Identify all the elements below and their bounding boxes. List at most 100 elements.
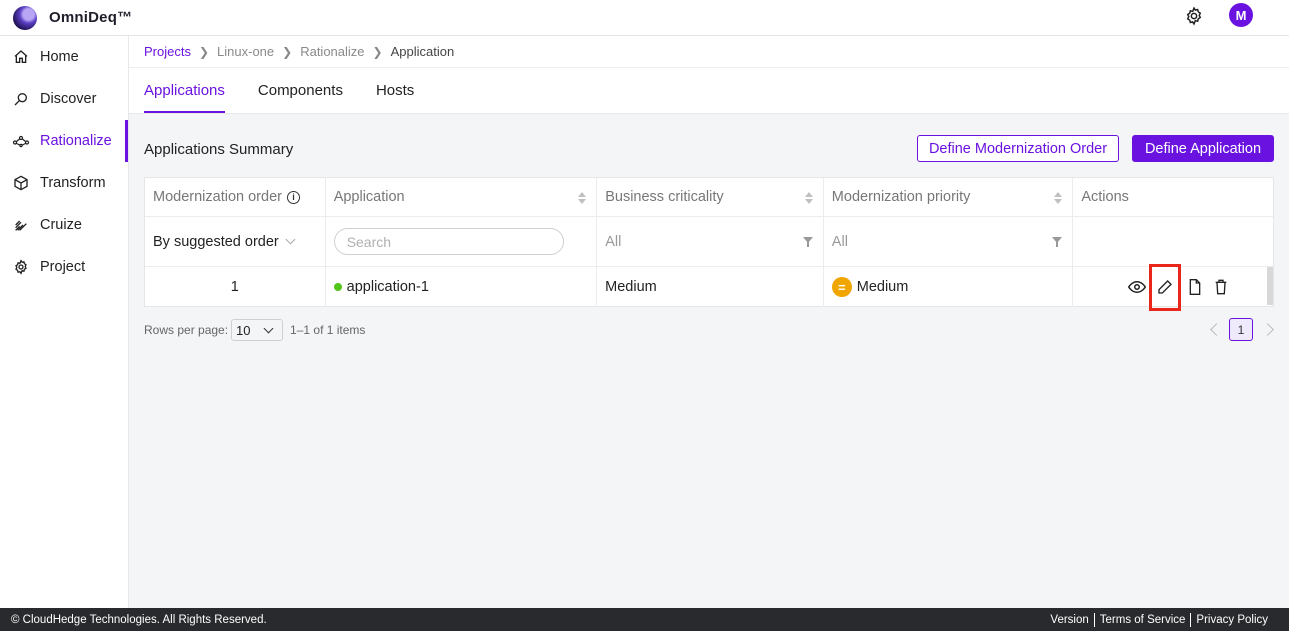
- actions-cell: [1073, 263, 1273, 311]
- sidebar-item-home[interactable]: Home: [0, 36, 128, 78]
- sidebar-item-label: Cruize: [40, 217, 82, 233]
- sort-icon[interactable]: [1054, 192, 1063, 204]
- application-name[interactable]: application-1: [347, 279, 429, 295]
- criticality-cell: Medium: [597, 267, 824, 307]
- logo-icon[interactable]: [13, 5, 37, 30]
- rows-per-page-select[interactable]: 10: [231, 319, 284, 341]
- criticality-filter-value: All: [605, 233, 622, 250]
- column-header-label: Application: [333, 189, 405, 205]
- discover-icon: [12, 90, 30, 108]
- user-avatar[interactable]: M: [1229, 3, 1253, 27]
- column-header-actions: Actions: [1073, 178, 1273, 216]
- search-input[interactable]: [333, 228, 564, 255]
- view-eye-icon[interactable]: [1127, 277, 1147, 297]
- prev-page-icon[interactable]: [1210, 323, 1223, 336]
- sort-icon[interactable]: [578, 192, 587, 204]
- sidebar-item-label: Rationalize: [40, 133, 112, 149]
- sidebar-item-label: Project: [40, 259, 86, 275]
- sidebar-item-label: Home: [40, 49, 79, 65]
- settings-gear-icon[interactable]: [1183, 5, 1205, 27]
- cruize-icon: [12, 216, 30, 234]
- priority-cell: = Medium: [824, 267, 1074, 307]
- application-cell[interactable]: application-1: [326, 267, 598, 307]
- column-header-application[interactable]: Application: [326, 178, 598, 216]
- column-header-modernization-order[interactable]: Modernization order i: [145, 178, 326, 216]
- chevron-down-icon: [263, 323, 274, 334]
- applications-table: Modernization order i Application Busine…: [144, 177, 1274, 311]
- rationalize-icon: [12, 132, 30, 150]
- status-dot-icon: [333, 283, 342, 291]
- table-header-row: Modernization order i Application Busine…: [145, 178, 1273, 217]
- priority-filter-value: All: [831, 233, 848, 250]
- gear-icon: [12, 258, 30, 276]
- delete-trash-icon[interactable]: [1211, 277, 1231, 297]
- sidebar-item-discover[interactable]: Discover: [0, 78, 128, 120]
- next-page-icon[interactable]: [1261, 323, 1274, 336]
- sidebar-item-transform[interactable]: Transform: [0, 162, 128, 204]
- chevron-down-icon: [285, 234, 296, 245]
- tab-applications[interactable]: Applications: [144, 82, 225, 113]
- rows-per-page-value: 10: [236, 322, 251, 338]
- edit-pencil-icon[interactable]: [1149, 263, 1181, 311]
- breadcrumb-projects[interactable]: Projects: [144, 44, 191, 59]
- sidebar-item-label: Discover: [40, 91, 97, 107]
- tab-hosts[interactable]: Hosts: [376, 82, 414, 113]
- column-header-label: Business criticality: [605, 189, 724, 205]
- info-icon[interactable]: i: [286, 190, 300, 204]
- sidebar: Home Discover Rationalize Transform Crui…: [0, 36, 129, 608]
- column-header-label: Modernization order: [153, 189, 282, 205]
- document-icon[interactable]: [1185, 277, 1205, 297]
- priority-filter[interactable]: All: [824, 217, 1074, 266]
- application-search-cell: [326, 217, 598, 266]
- top-bar: OmniDeq™ M: [0, 0, 1289, 36]
- breadcrumb-application: Application: [390, 44, 455, 59]
- cube-icon: [12, 174, 30, 192]
- sort-icon[interactable]: [804, 192, 813, 204]
- priority-equal-icon: =: [831, 277, 852, 297]
- breadcrumb-rationalize[interactable]: Rationalize: [300, 44, 364, 59]
- table-row[interactable]: 1 application-1 Medium = Medium: [145, 263, 1273, 311]
- rows-per-page: Rows per page: 10 1–1 of 1 items: [144, 319, 365, 341]
- order-cell: 1: [145, 267, 326, 307]
- column-header-business-criticality[interactable]: Business criticality: [597, 178, 824, 216]
- criticality-filter[interactable]: All: [597, 217, 824, 266]
- breadcrumb-linux-one[interactable]: Linux-one: [217, 44, 274, 59]
- chevron-right-icon: ❯: [198, 44, 210, 59]
- copyright: © CloudHedge Technologies. All Rights Re…: [11, 613, 267, 626]
- column-header-modernization-priority[interactable]: Modernization priority: [824, 178, 1074, 216]
- order-select-value: By suggested order: [153, 233, 279, 250]
- table-filter-row: By suggested order All All: [145, 217, 1273, 267]
- tab-components[interactable]: Components: [258, 82, 343, 113]
- sidebar-item-cruize[interactable]: Cruize: [0, 204, 128, 246]
- tab-bar: Applications Components Hosts: [129, 68, 1289, 114]
- actions-filter-cell: [1073, 217, 1273, 266]
- column-header-label: Modernization priority: [831, 189, 971, 205]
- chevron-right-icon: ❯: [282, 44, 293, 59]
- footer-link-version[interactable]: Version: [1045, 614, 1093, 626]
- breadcrumb: Projects ❯ Linux-one ❯ Rationalize ❯ App…: [129, 36, 1289, 68]
- main-content: Projects ❯ Linux-one ❯ Rationalize ❯ App…: [129, 36, 1289, 608]
- footer-link-terms[interactable]: Terms of Service: [1095, 614, 1191, 626]
- priority-label: Medium: [856, 279, 909, 295]
- define-modernization-order-button[interactable]: Define Modernization Order: [917, 135, 1119, 162]
- chevron-right-icon: ❯: [372, 44, 383, 59]
- sidebar-item-rationalize[interactable]: Rationalize: [0, 120, 128, 162]
- scrollbar[interactable]: [1267, 267, 1273, 305]
- footer: © CloudHedge Technologies. All Rights Re…: [0, 608, 1289, 631]
- pagination: 1: [1206, 318, 1274, 341]
- filter-icon[interactable]: [1052, 237, 1063, 247]
- footer-link-privacy[interactable]: Privacy Policy: [1191, 614, 1273, 626]
- page-range: 1–1 of 1 items: [290, 323, 366, 337]
- order-select[interactable]: By suggested order: [145, 217, 326, 266]
- sidebar-item-label: Transform: [40, 175, 106, 191]
- page-button[interactable]: 1: [1229, 318, 1253, 341]
- filter-icon[interactable]: [802, 237, 813, 247]
- sidebar-item-project[interactable]: Project: [0, 246, 128, 288]
- home-icon: [12, 48, 30, 66]
- footer-links: Version Terms of Service Privacy Policy: [1045, 612, 1273, 627]
- column-header-label: Actions: [1081, 189, 1129, 205]
- define-application-button[interactable]: Define Application: [1132, 135, 1274, 162]
- brand-name: OmniDeq™: [49, 9, 133, 26]
- section-title: Applications Summary: [144, 141, 294, 158]
- rows-per-page-label: Rows per page:: [144, 323, 229, 337]
